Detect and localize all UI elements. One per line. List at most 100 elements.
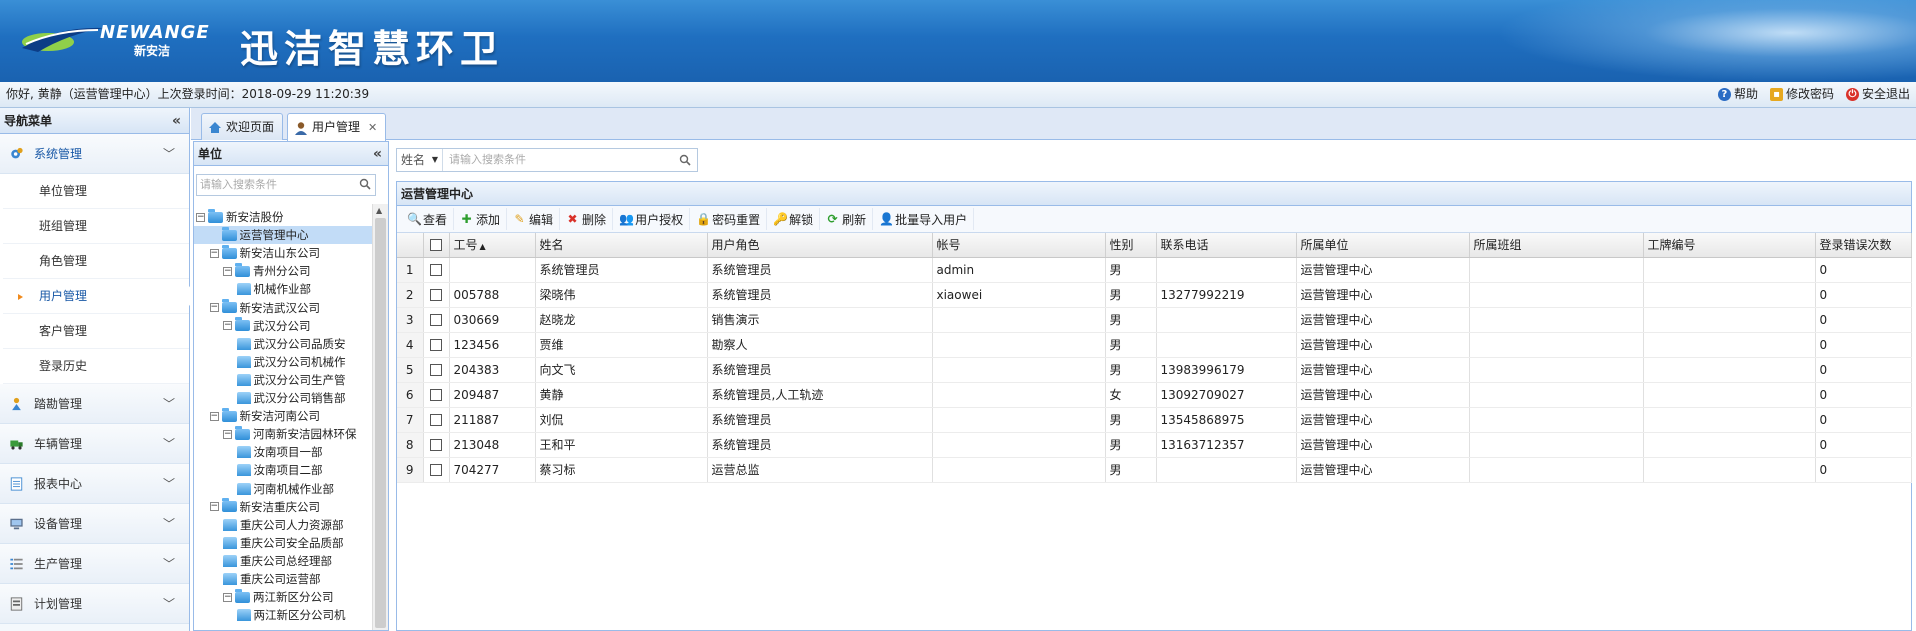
row-checkbox[interactable]	[430, 439, 442, 451]
row-checkbox[interactable]	[430, 264, 442, 276]
tree-node[interactable]: 武汉分公司机械作	[236, 353, 346, 371]
nav-group-vehicle[interactable]: 车辆管理 ﹀	[0, 424, 189, 464]
table-row[interactable]: 4 123456 贾维 勘察人 男 运营管理中心 0	[397, 332, 1912, 358]
table-row[interactable]: 1 系统管理员 系统管理员 admin 男运营管理中心 0	[397, 257, 1912, 283]
close-tab-icon[interactable]: ✕	[368, 115, 377, 140]
tree-node[interactable]: 两江新区分公司机	[236, 606, 346, 624]
tree-node[interactable]: 运营管理中心	[194, 226, 372, 245]
tree-node[interactable]: 重庆公司总经理部	[223, 552, 332, 570]
nav-item-team[interactable]: 班组管理	[3, 209, 189, 244]
collapse-node-icon[interactable]: −	[196, 212, 205, 222]
collapse-node-icon[interactable]: −	[223, 429, 232, 439]
collapse-node-icon[interactable]: −	[209, 502, 219, 512]
collapse-node-icon[interactable]: −	[209, 411, 219, 421]
row-checkbox-cell[interactable]	[423, 307, 450, 333]
tree-node[interactable]: − 新安洁重庆公司	[209, 498, 320, 516]
tree-node[interactable]: 重庆公司人力资源部	[223, 516, 344, 534]
tree-node[interactable]: − 新安洁山东公司	[209, 244, 320, 262]
tree-node[interactable]: − 两江新区分公司	[223, 588, 334, 606]
table-row[interactable]: 7 211887 刘侃 系统管理员 男 13545868975 运营管理中心 0	[397, 407, 1912, 433]
toolbar-button-lock[interactable]: 🔒 密码重置	[690, 208, 768, 230]
row-checkbox[interactable]	[430, 414, 442, 426]
row-checkbox-cell[interactable]	[423, 282, 450, 308]
tree-node[interactable]: − 新安洁河南公司	[209, 407, 320, 425]
toolbar-button-unlock[interactable]: 🔑 解锁	[767, 208, 821, 230]
tab-user-management[interactable]: 用户管理 ✕	[287, 113, 387, 141]
tree-node[interactable]: − 新安洁股份	[196, 208, 284, 226]
tab-welcome[interactable]: 欢迎页面	[201, 113, 284, 140]
row-checkbox-cell[interactable]	[423, 457, 450, 483]
search-field-select[interactable]: 姓名 ▼	[397, 149, 443, 171]
tree-node[interactable]: 机械作业部	[236, 280, 311, 298]
row-checkbox[interactable]	[430, 339, 442, 351]
row-checkbox-cell[interactable]	[423, 257, 450, 283]
table-row[interactable]: 3 030669 赵晓龙 销售演示 男 运营管理中心 0	[397, 307, 1912, 333]
tree-node[interactable]: 武汉分公司销售部	[236, 389, 346, 407]
toolbar-button-refresh[interactable]: ⟳ 刷新	[820, 208, 874, 230]
nav-group-report[interactable]: 报表中心 ﹀	[0, 464, 189, 504]
help-link[interactable]: ? 帮助	[1717, 82, 1758, 107]
unit-search-input[interactable]: 请输入搜索条件	[196, 174, 376, 196]
change-password-link[interactable]: ▪ 修改密码	[1769, 82, 1834, 107]
collapse-node-icon[interactable]: −	[223, 592, 232, 602]
tree-node[interactable]: 河南机械作业部	[236, 480, 334, 498]
toolbar-button-plus[interactable]: ✚ 添加	[454, 208, 508, 230]
collapse-node-icon[interactable]: −	[209, 248, 219, 258]
row-checkbox[interactable]	[430, 314, 442, 326]
col-header-login-errors[interactable]: 登录错误次数	[1815, 233, 1912, 258]
row-checkbox[interactable]	[430, 389, 442, 401]
nav-item-login-history[interactable]: 登录历史	[3, 349, 189, 384]
row-checkbox-cell[interactable]	[423, 407, 450, 433]
col-header-phone[interactable]: 联系电话	[1156, 233, 1297, 258]
table-row[interactable]: 2 005788 梁晓伟 系统管理员 xiaowei 男 13277992219 运营管理中心…	[397, 282, 1912, 308]
row-checkbox[interactable]	[430, 464, 442, 476]
collapse-node-icon[interactable]: −	[209, 303, 219, 312]
col-header-badge-no[interactable]: 工牌编号	[1643, 233, 1816, 258]
row-checkbox[interactable]	[430, 364, 442, 376]
search-icon[interactable]	[679, 154, 691, 166]
nav-group-production[interactable]: 生产管理 ﹀	[0, 544, 189, 584]
nav-group-device[interactable]: 设备管理 ﹀	[0, 504, 189, 544]
scrollbar-thumb[interactable]	[375, 218, 386, 628]
tree-node[interactable]: 汝南项目一部	[236, 443, 323, 461]
toolbar-button-magnifier[interactable]: 🔍 查看	[401, 208, 455, 230]
tree-node[interactable]: 汝南项目二部	[236, 461, 323, 479]
tree-scrollbar[interactable]: ▲	[372, 204, 388, 630]
toolbar-button-delete[interactable]: ✖ 删除	[560, 208, 614, 230]
col-header-job-no[interactable]: 工号 ▲	[449, 233, 536, 258]
nav-item-unit[interactable]: 单位管理	[3, 174, 189, 209]
collapse-nav-icon[interactable]: «	[172, 108, 181, 134]
tree-node[interactable]: 重庆公司运营部	[223, 570, 321, 588]
col-header-role[interactable]: 用户角色	[707, 233, 933, 258]
logout-link[interactable]: ⏻ 安全退出	[1845, 82, 1910, 107]
row-checkbox-cell[interactable]	[423, 432, 450, 458]
select-all-checkbox[interactable]	[430, 239, 442, 252]
toolbar-button-users-key[interactable]: 👥 用户授权	[613, 208, 691, 230]
scroll-up-icon[interactable]: ▲	[376, 206, 382, 215]
tree-node[interactable]: − 新安洁武汉公司	[209, 299, 320, 317]
table-row[interactable]: 9 704277 蔡习标 运营总监 男 运营管理中心 0	[397, 457, 1912, 483]
collapse-node-icon[interactable]: −	[223, 266, 232, 276]
row-checkbox-cell[interactable]	[423, 332, 450, 358]
toolbar-button-pencil[interactable]: ✎ 编辑	[507, 208, 561, 230]
toolbar-button-import-users[interactable]: 👤 批量导入用户	[873, 208, 975, 230]
tree-node[interactable]: 武汉分公司生产管	[236, 371, 346, 389]
row-checkbox-cell[interactable]	[423, 382, 450, 408]
col-header-unit[interactable]: 所属单位	[1296, 233, 1470, 258]
col-header-name[interactable]: 姓名	[535, 233, 708, 258]
collapse-node-icon[interactable]: −	[223, 321, 232, 331]
nav-group-survey[interactable]: 踏勘管理 ﹀	[0, 384, 189, 424]
user-search-bar[interactable]: 姓名 ▼ 请输入搜索条件	[396, 148, 698, 172]
nav-item-customer[interactable]: 客户管理	[3, 314, 189, 349]
tree-node[interactable]: − 武汉分公司	[223, 317, 311, 335]
table-row[interactable]: 6 209487 黄静 系统管理员,人工轨迹 女 13092709027 运营管理中心 0	[397, 382, 1912, 408]
nav-item-user[interactable]: 用户管理	[3, 279, 190, 314]
table-row[interactable]: 5 204383 向文飞 系统管理员 男 13983996179 运营管理中心 0	[397, 357, 1912, 383]
col-header-gender[interactable]: 性别	[1105, 233, 1157, 258]
row-checkbox-cell[interactable]	[423, 357, 450, 383]
nav-group-plan[interactable]: 计划管理 ﹀	[0, 584, 189, 624]
col-header-team[interactable]: 所属班组	[1469, 233, 1644, 258]
tree-node[interactable]: 重庆公司安全品质部	[223, 534, 344, 552]
nav-item-role[interactable]: 角色管理	[3, 244, 189, 279]
nav-group-system[interactable]: 系统管理 ﹀	[0, 134, 189, 174]
